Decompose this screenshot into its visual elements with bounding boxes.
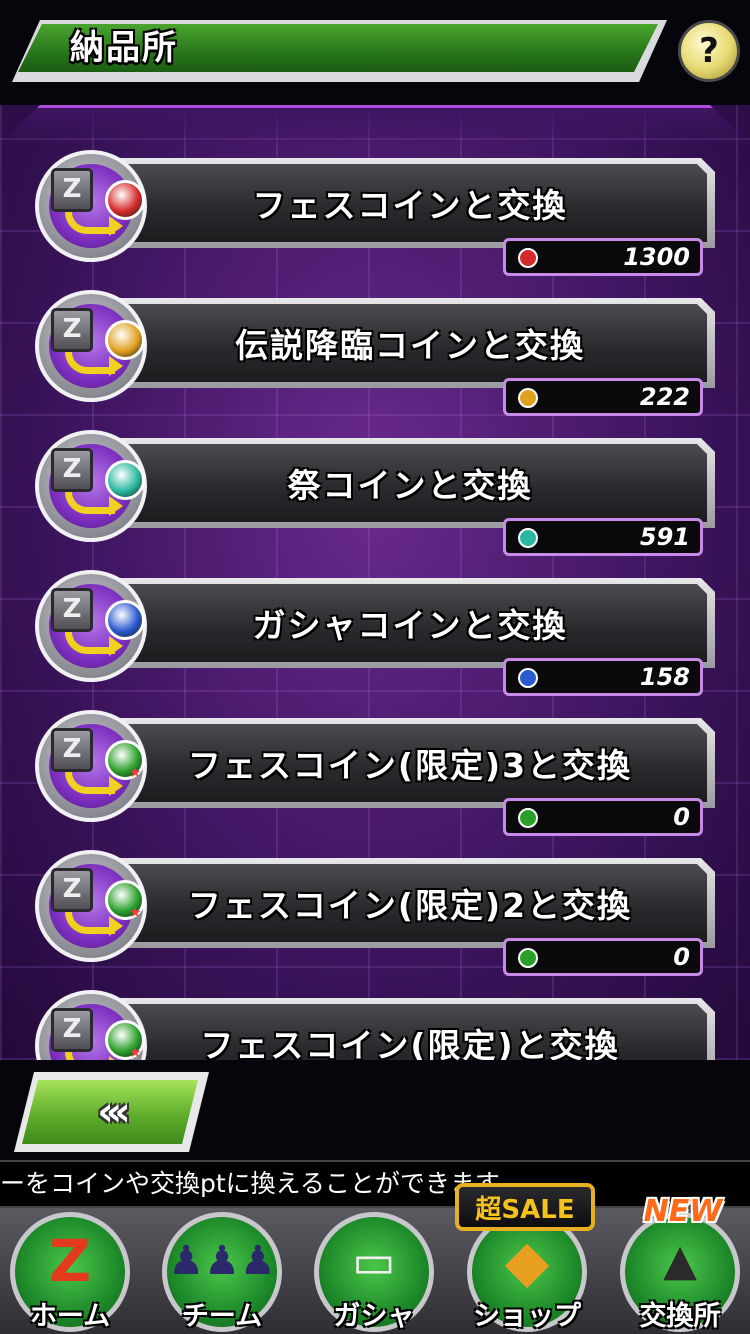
coin-small-icon (518, 948, 538, 968)
limited-star-icon: ★ (129, 1045, 142, 1060)
exchange-row[interactable]: フェスコインと交換 Z 1300 (0, 150, 750, 280)
nav-gasha-label: ガシャ (333, 1301, 415, 1332)
nav-team[interactable]: ♟♟♟ チーム (157, 1208, 287, 1334)
help-button[interactable]: ? (678, 20, 740, 82)
z-medal-icon: Z (51, 1008, 93, 1052)
exchange-label: 伝説降臨コインと交換 (235, 326, 585, 365)
bottom-nav: Z ホーム ♟♟♟ チーム ▭ ガシャ ◆ ショップ ▲ 交換所 (0, 1208, 750, 1334)
exchange-row[interactable]: フェスコイン(限定)3と交換 Z ★ 0 (0, 710, 750, 840)
shop-icon: ◆ (504, 1227, 550, 1295)
coin-exchange-icon: Z ★ (35, 710, 147, 822)
exchange-row[interactable]: 伝説降臨コインと交換 Z 222 (0, 290, 750, 420)
limited-star-icon: ★ (129, 905, 142, 921)
z-medal-icon: Z (51, 168, 93, 212)
page-title: 納品所 (70, 28, 178, 68)
coin-count: 158 (639, 663, 690, 691)
coin-count: 0 (673, 943, 690, 971)
coin-count-box: 0 (503, 798, 703, 836)
z-medal-icon: Z (51, 868, 93, 912)
exchange-label: ガシャコインと交換 (252, 606, 568, 645)
z-logo-icon: Z (48, 1227, 92, 1295)
coin-icon (105, 320, 145, 360)
coin-count: 1300 (623, 243, 690, 271)
coin-icon (105, 600, 145, 640)
coin-exchange-icon: Z (35, 570, 147, 682)
coin-small-icon (518, 528, 538, 548)
exchange-label: フェスコイン(限定)と交換 (200, 1026, 620, 1060)
coin-small-icon (518, 668, 538, 688)
panel-top-border (0, 105, 750, 145)
coin-small-icon (518, 248, 538, 268)
nav-home[interactable]: Z ホーム (5, 1208, 135, 1334)
nav-home-label: ホーム (29, 1301, 111, 1332)
coin-count-box: 158 (503, 658, 703, 696)
coin-exchange-icon: Z (35, 430, 147, 542)
team-icon: ♟♟♟ (168, 1238, 276, 1284)
coin-count: 0 (673, 803, 690, 831)
coin-small-icon (518, 808, 538, 828)
nav-shop-label: ショップ (473, 1301, 581, 1332)
coin-count: 222 (639, 383, 690, 411)
arrow-icon (65, 1052, 115, 1060)
z-medal-icon: Z (51, 448, 93, 492)
new-badge: NEW (643, 1194, 723, 1229)
coin-count-box: 591 (503, 518, 703, 556)
exchange-icon: ▲ (663, 1235, 697, 1286)
coin-count-box: 222 (503, 378, 703, 416)
exchange-row[interactable]: 祭コインと交換 Z 591 (0, 430, 750, 560)
exchange-label: フェスコイン(限定)3と交換 (187, 746, 633, 785)
exchange-label: フェスコインと交換 (252, 186, 568, 225)
coin-small-icon (518, 388, 538, 408)
exchange-row[interactable]: フェスコイン(限定)と交換 Z ★ (0, 990, 750, 1060)
exchange-row[interactable]: フェスコイン(限定)2と交換 Z ★ 0 (0, 850, 750, 980)
sale-badge: 超SALE (455, 1183, 595, 1231)
coin-count: 591 (639, 523, 690, 551)
gasha-icon: ▭ (352, 1234, 396, 1288)
coin-exchange-icon: Z (35, 290, 147, 402)
nav-gasha[interactable]: ▭ ガシャ (309, 1208, 439, 1334)
exchange-row[interactable]: ガシャコインと交換 Z 158 (0, 570, 750, 700)
coin-exchange-icon: Z (35, 150, 147, 262)
z-medal-icon: Z (51, 588, 93, 632)
exchange-label: 祭コインと交換 (287, 466, 533, 505)
coin-icon (105, 180, 145, 220)
back-button[interactable]: ‹‹‹ (22, 1080, 198, 1144)
limited-star-icon: ★ (129, 765, 142, 781)
exchange-list-panel[interactable]: フェスコインと交換 Z 1300 伝説降臨コインと交換 Z 222 祭コインと交換 Z 591 ガ… (0, 105, 750, 1060)
ticker-text: ーをコインや交換ptに換えることができます (0, 1169, 500, 1198)
info-ticker: ーをコインや交換ptに換えることができます (0, 1160, 750, 1208)
coin-exchange-icon: Z ★ (35, 850, 147, 962)
coin-count-box: 1300 (503, 238, 703, 276)
coin-count-box: 0 (503, 938, 703, 976)
nav-team-label: チーム (181, 1301, 263, 1332)
z-medal-icon: Z (51, 308, 93, 352)
z-medal-icon: Z (51, 728, 93, 772)
nav-exchange-label: 交換所 (639, 1301, 721, 1332)
exchange-label: フェスコイン(限定)2と交換 (187, 886, 633, 925)
coin-icon (105, 460, 145, 500)
question-icon: ? (699, 31, 719, 71)
